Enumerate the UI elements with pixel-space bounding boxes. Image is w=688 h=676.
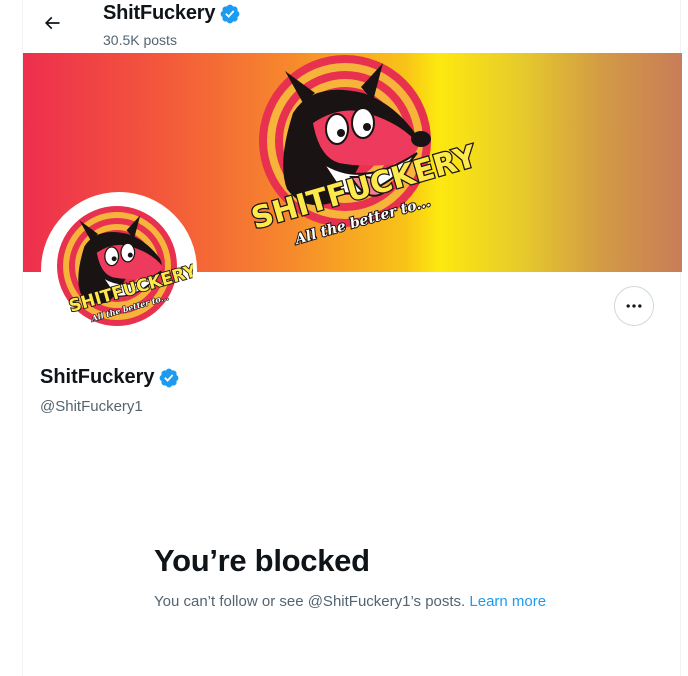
blocked-message-container: You can’t follow or see @ShitFuckery1’s …	[154, 591, 574, 613]
more-horizontal-icon	[626, 304, 642, 308]
more-button[interactable]	[614, 286, 654, 326]
profile-name: ShitFuckery	[40, 366, 155, 388]
verified-badge-icon[interactable]	[158, 367, 180, 389]
posts-count: 30.5K posts	[103, 32, 177, 48]
back-button[interactable]	[35, 6, 69, 40]
avatar-image: SHITFUCKERY All the better to...	[45, 196, 193, 344]
profile-handle: @ShitFuckery1	[40, 398, 143, 415]
learn-more-link[interactable]: Learn more	[469, 593, 546, 610]
blocked-title: You’re blocked	[154, 543, 370, 578]
top-bar: ShitFuckery 30.5K posts	[23, 0, 682, 52]
blocked-message: You can’t follow or see @ShitFuckery1’s …	[154, 593, 466, 610]
profile-name-row: ShitFuckery	[40, 366, 180, 389]
verified-badge-icon	[220, 4, 240, 23]
blocked-notice: You’re blocked You can’t follow or see @…	[154, 541, 574, 613]
header-title-row: ShitFuckery	[103, 2, 241, 25]
header-title: ShitFuckery	[103, 2, 216, 24]
arrow-left-icon	[44, 16, 60, 30]
profile-column: ShitFuckery 30.5K posts SHITFUCKERY All …	[22, 0, 682, 676]
avatar[interactable]: SHITFUCKERY All the better to...	[41, 192, 197, 348]
